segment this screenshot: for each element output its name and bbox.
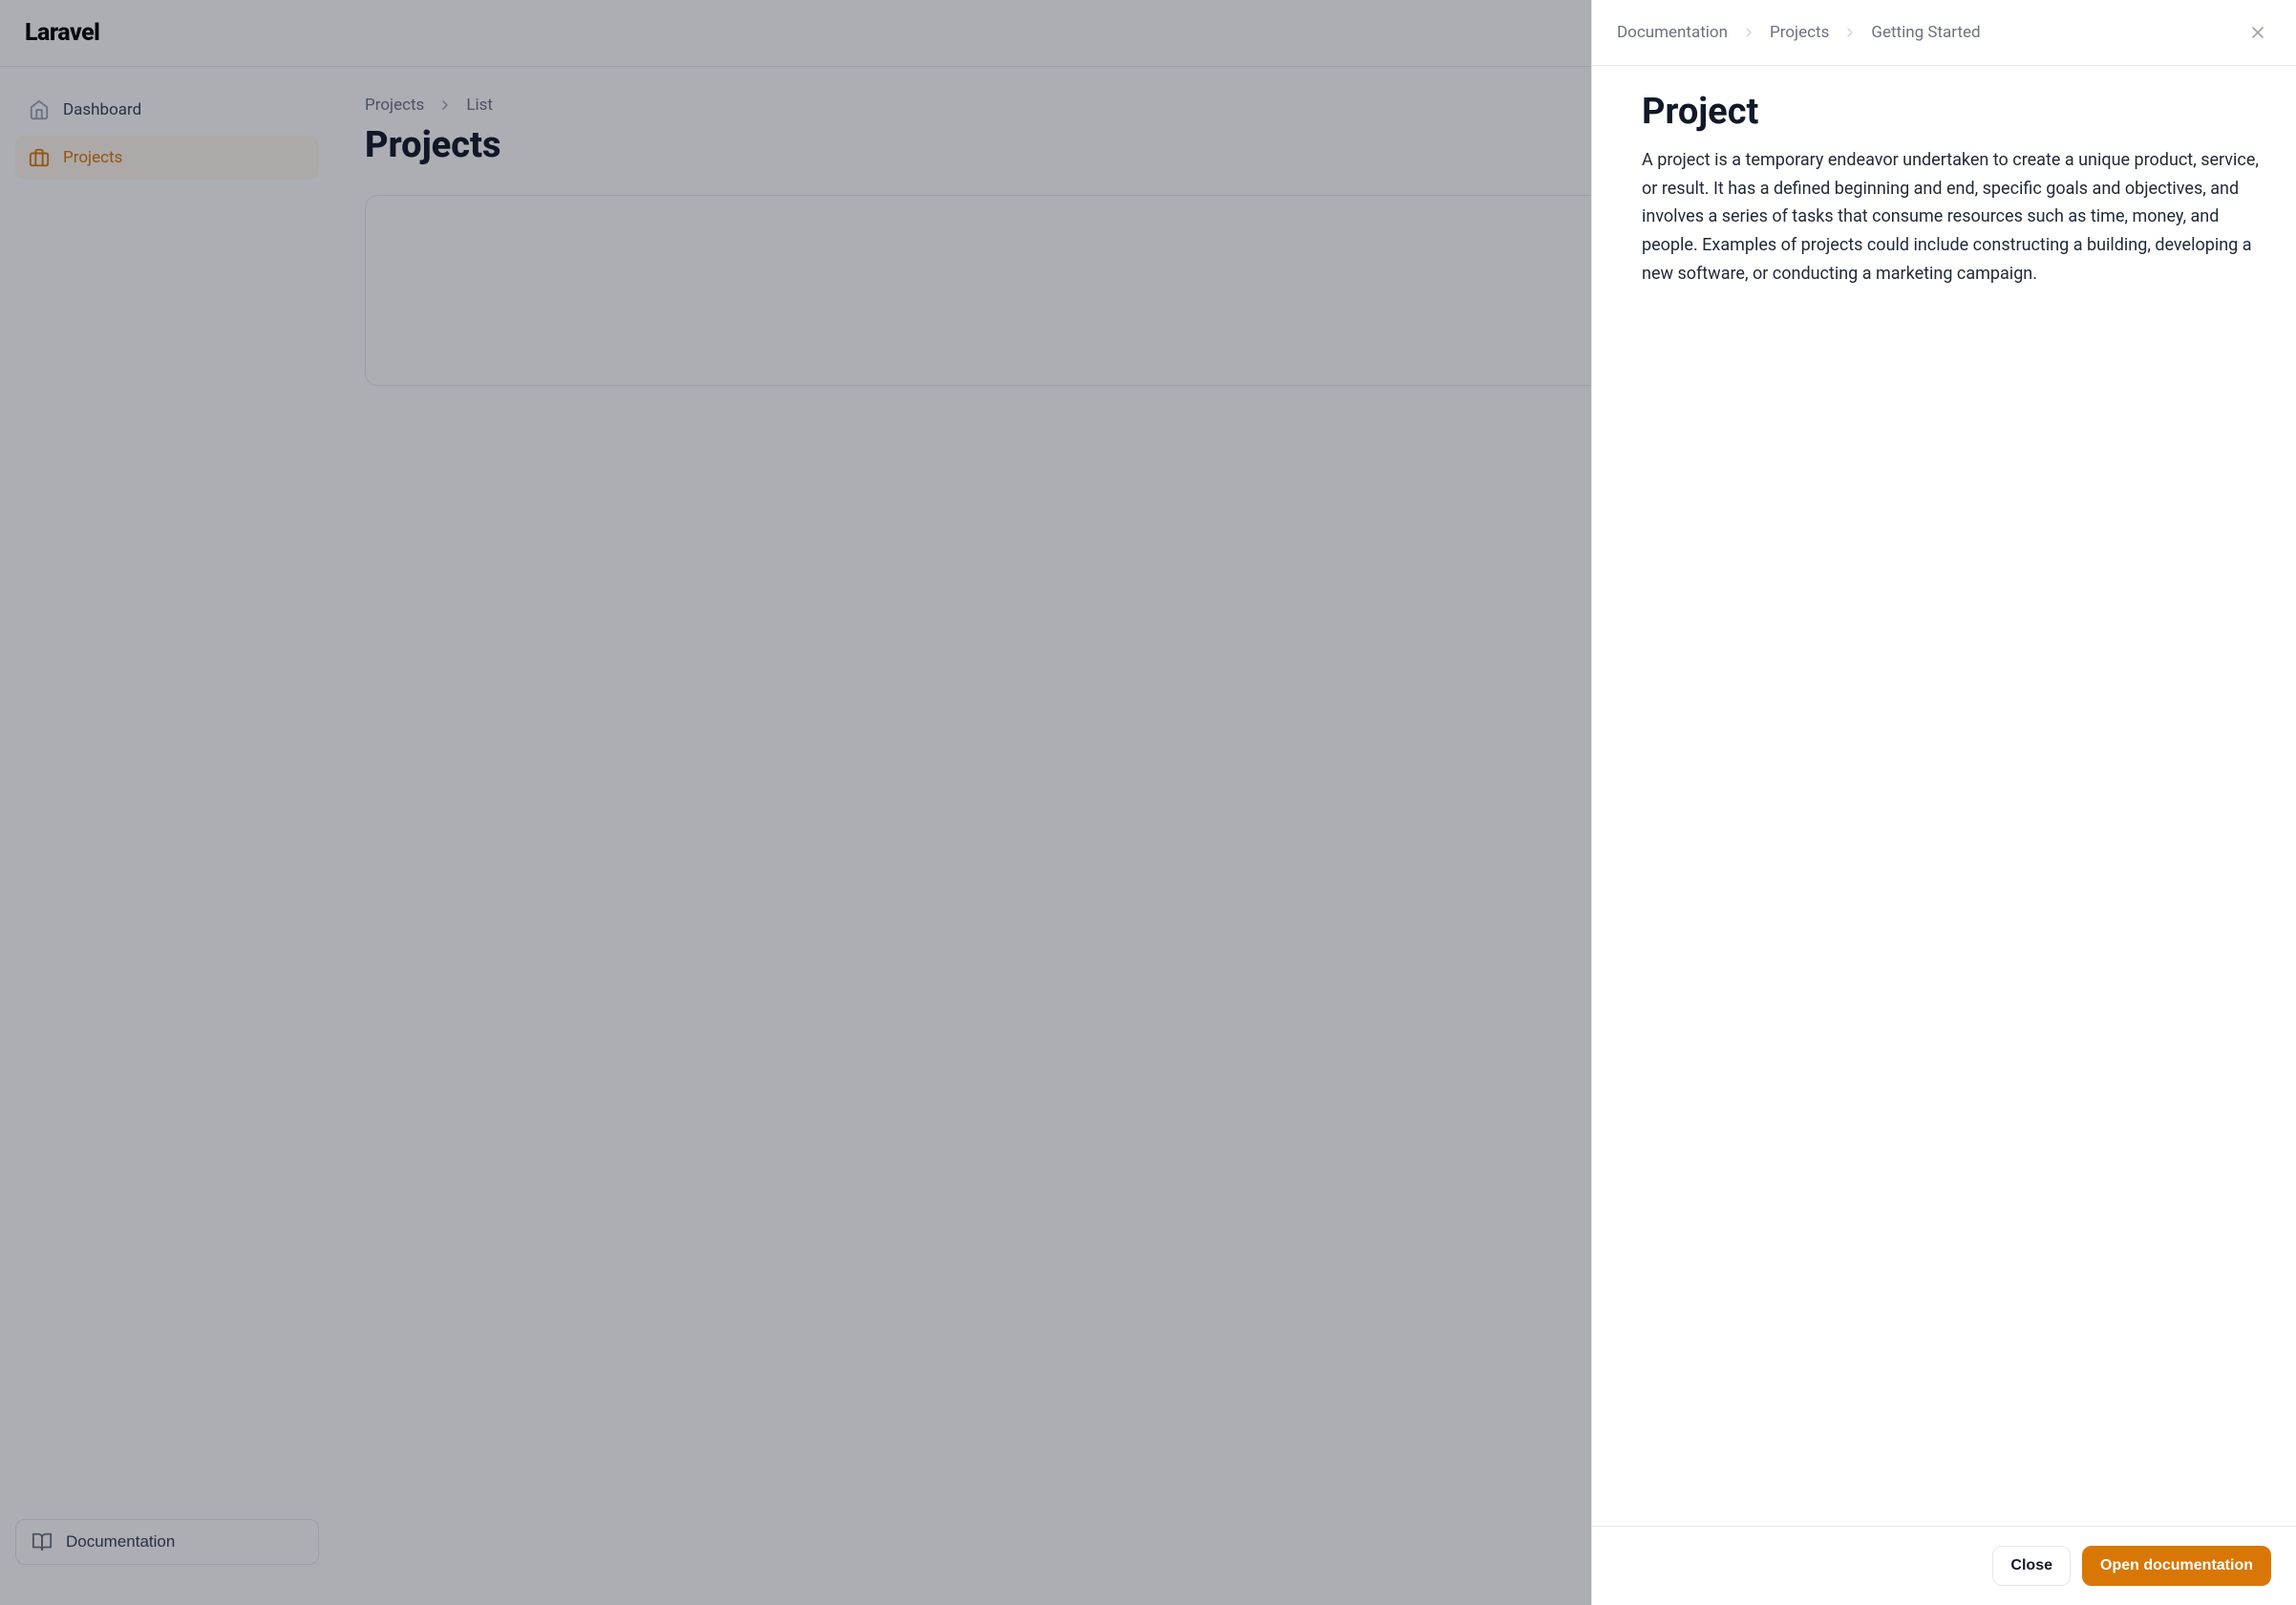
panel-title: Project xyxy=(1642,91,2271,133)
panel-text: A project is a temporary endeavor undert… xyxy=(1642,146,2271,288)
close-button[interactable] xyxy=(2244,19,2271,46)
panel-header: Documentation Projects Getting Started xyxy=(1592,0,2296,66)
panel-breadcrumb: Documentation Projects Getting Started xyxy=(1617,23,1981,42)
breadcrumb-item[interactable]: Projects xyxy=(1770,23,1829,42)
breadcrumb-item: Getting Started xyxy=(1871,23,1980,42)
close-icon xyxy=(2248,23,2267,42)
close-panel-button[interactable]: Close xyxy=(1992,1546,2071,1586)
open-documentation-button[interactable]: Open documentation xyxy=(2082,1546,2271,1586)
documentation-panel: Documentation Projects Getting Started P… xyxy=(1591,0,2296,1605)
panel-footer: Close Open documentation xyxy=(1592,1526,2296,1605)
panel-body: Project A project is a temporary endeavo… xyxy=(1592,66,2296,1526)
chevron-right-icon xyxy=(1741,25,1756,40)
breadcrumb-item[interactable]: Documentation xyxy=(1617,23,1728,42)
chevron-right-icon xyxy=(1842,25,1858,40)
